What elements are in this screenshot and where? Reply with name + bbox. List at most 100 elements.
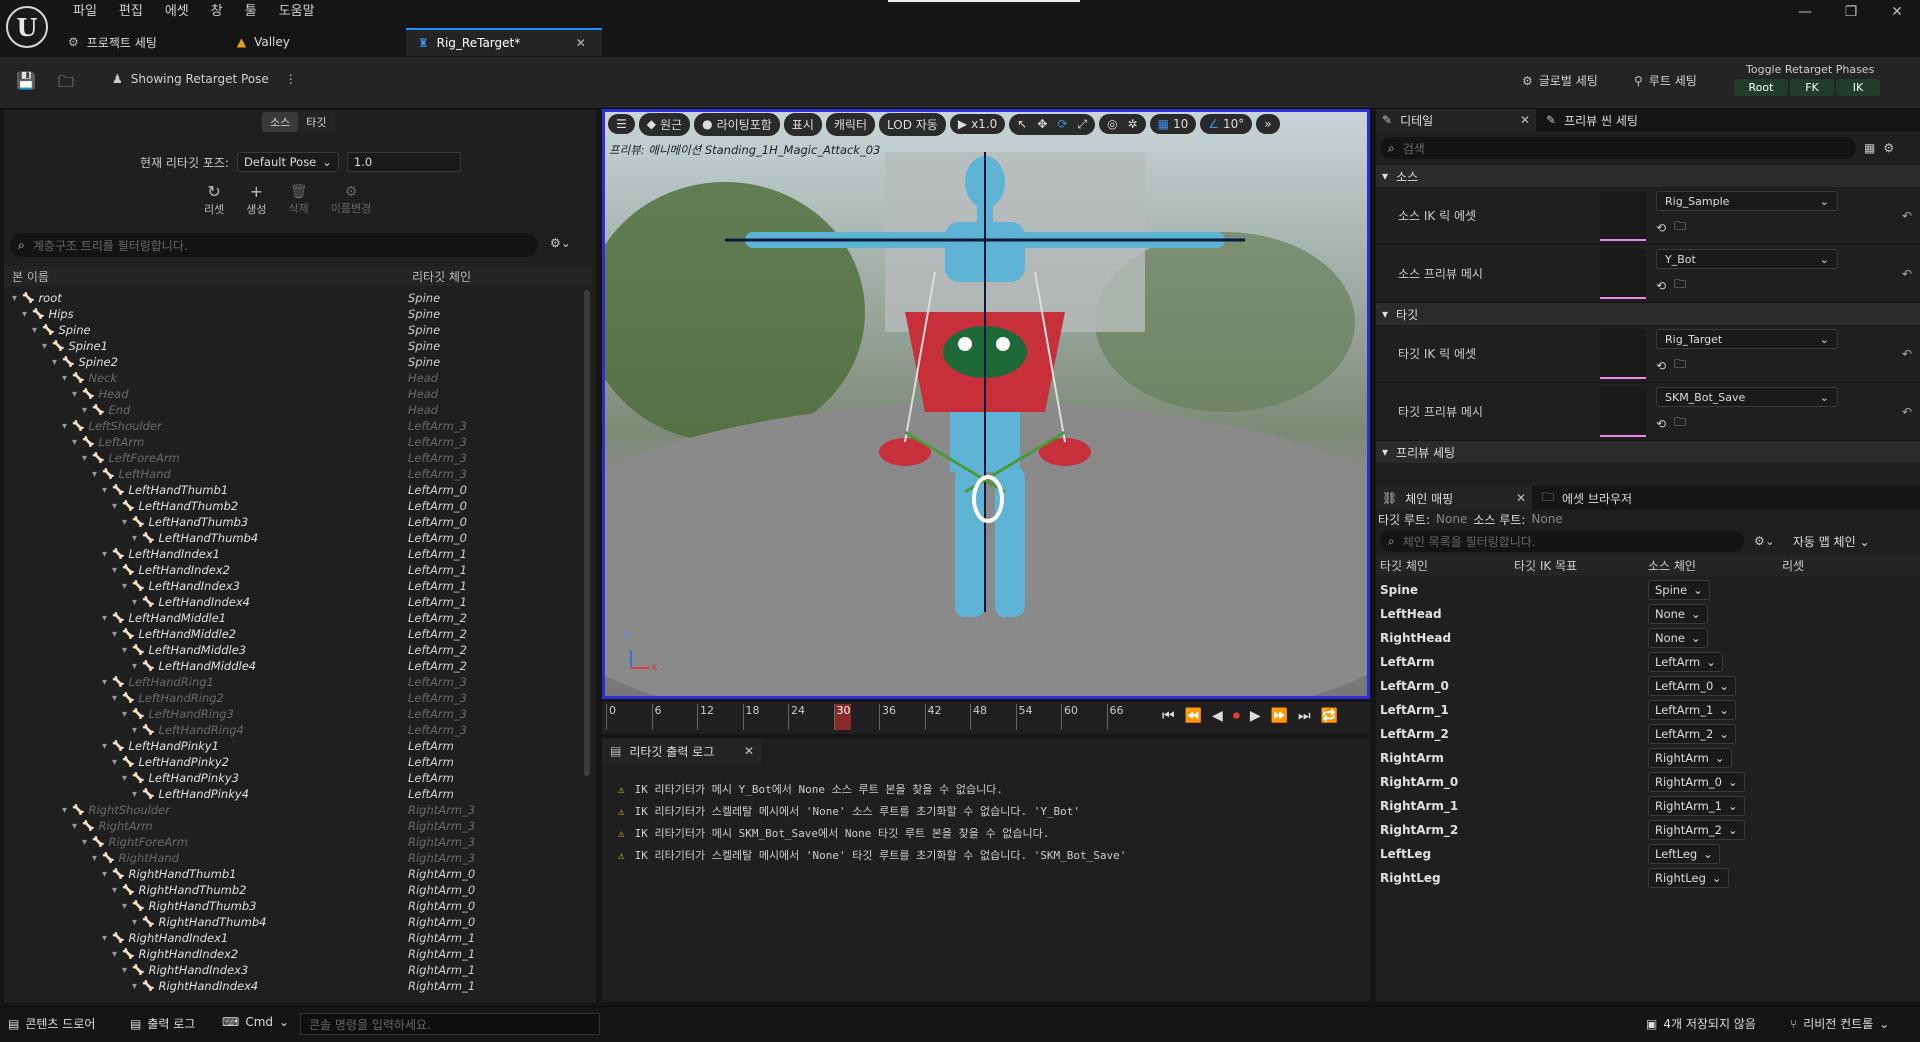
expand-arrow-icon[interactable]: ▾ (122, 901, 132, 912)
tree-row[interactable]: ▾ 🦴 LeftHandRing1 (102, 674, 214, 690)
skip-end-icon[interactable]: ⏭ (1298, 708, 1311, 724)
tree-row[interactable]: ▾ 🦴 LeftHandThumb3 (122, 514, 248, 530)
browse-icon[interactable]: 🗀 (1674, 275, 1686, 296)
tree-row[interactable]: ▾ 🦴 Spine (32, 322, 91, 338)
settings-icon[interactable]: ⚙ (1883, 141, 1894, 155)
expand-arrow-icon[interactable]: ▾ (32, 325, 42, 336)
expand-arrow-icon[interactable]: ▾ (122, 581, 132, 592)
minimize-icon[interactable]: — (1782, 4, 1828, 20)
tab-source[interactable]: 소스 (262, 112, 299, 132)
asset-picker[interactable]: Rig_Sample ⌄ (1656, 191, 1838, 211)
settings-icon[interactable]: ⚙⌄ (1754, 534, 1775, 548)
expand-arrow-icon[interactable]: ▾ (122, 709, 132, 720)
tree-row[interactable]: ▾ 🦴 LeftHandPinky2 (112, 754, 229, 770)
output-log-button[interactable]: ▤ 출력 로그 (130, 1015, 195, 1032)
play-reverse-icon[interactable]: ◀ (1212, 708, 1223, 724)
asset-thumbnail[interactable] (1600, 191, 1646, 241)
reset-arrow-icon[interactable]: ↶ (1902, 347, 1912, 361)
tree-row[interactable]: ▾ 🦴 RightHandIndex2 (112, 946, 238, 962)
source-chain-combo[interactable]: None ⌄ (1648, 628, 1708, 648)
tree-row[interactable]: ▾ 🦴 LeftArm (72, 434, 144, 450)
create-button[interactable]: + 생성 (246, 182, 266, 217)
scale-icon[interactable]: ⤢ (1077, 117, 1087, 132)
expand-arrow-icon[interactable]: ▾ (92, 469, 102, 480)
source-chain-combo[interactable]: RightArm ⌄ (1648, 748, 1732, 768)
tree-row[interactable]: ▾ 🦴 RightHandThumb2 (112, 882, 246, 898)
revision-control-button[interactable]: ⑂ 리비전 컨트롤 ⌄ (1790, 1015, 1889, 1032)
expand-arrow-icon[interactable]: ▾ (132, 533, 142, 544)
tree-row[interactable]: ▾ 🦴 LeftHand (92, 466, 171, 482)
asset-picker[interactable]: SKM_Bot_Save ⌄ (1656, 387, 1838, 407)
expand-arrow-icon[interactable]: ▾ (112, 693, 122, 704)
browse-icon[interactable]: 🗀 (1674, 217, 1686, 238)
tree-row[interactable]: ▾ 🦴 LeftHandMiddle1 (102, 610, 226, 626)
tree-row[interactable]: ▾ 🦴 RightHandThumb4 (132, 914, 266, 930)
close-window-icon[interactable]: ✕ (1874, 4, 1920, 20)
close-tab-icon[interactable]: ✕ (1520, 113, 1530, 127)
tree-row[interactable]: ▾ 🦴 RightHand (92, 850, 179, 866)
col-retarget-chain[interactable]: 리타깃 체인 (412, 268, 471, 285)
browse-icon[interactable]: 🗀 (58, 71, 74, 98)
tree-row[interactable]: ▾ 🦴 Neck (62, 370, 117, 386)
expand-arrow-icon[interactable]: ▾ (62, 421, 72, 432)
expand-arrow-icon[interactable]: ▾ (62, 373, 72, 384)
expand-arrow-icon[interactable]: ▾ (102, 485, 112, 496)
tree-row[interactable]: ▾ 🦴 LeftHandPinky4 (132, 786, 249, 802)
phase-fk-toggle[interactable]: FK (1790, 79, 1834, 96)
expand-arrow-icon[interactable]: ▾ (112, 501, 122, 512)
tree-row[interactable]: ▾ 🦴 LeftHandRing3 (122, 706, 234, 722)
tree-row[interactable]: ▾ 🦴 LeftForeArm (82, 450, 180, 466)
pose-combo[interactable]: Default Pose ⌄ (236, 152, 339, 172)
source-chain-combo[interactable]: RightArm_1 ⌄ (1648, 796, 1745, 816)
asset-picker[interactable]: Y_Bot ⌄ (1656, 249, 1838, 269)
tree-row[interactable]: ▾ 🦴 RightShoulder (62, 802, 170, 818)
source-chain-combo[interactable]: LeftArm ⌄ (1648, 652, 1723, 672)
use-selected-icon[interactable]: ⟲ (1656, 279, 1666, 293)
expand-arrow-icon[interactable]: ▾ (132, 917, 142, 928)
expand-arrow-icon[interactable]: ▾ (102, 869, 112, 880)
expand-arrow-icon[interactable]: ▾ (42, 341, 52, 352)
tree-row[interactable]: ▾ 🦴 Head (72, 386, 129, 402)
tab-target[interactable]: 타깃 (298, 112, 335, 132)
expand-arrow-icon[interactable]: ▾ (122, 517, 132, 528)
settings-icon[interactable]: ⚙⌄ (550, 236, 571, 250)
tree-row[interactable]: ▾ 🦴 Hips (22, 306, 74, 322)
reset-arrow-icon[interactable]: ↶ (1902, 267, 1912, 281)
timeline-ruler[interactable]: 0 6 12 18 24 30 36 42 48 54 60 66 (602, 702, 1146, 734)
tree-row[interactable]: ▾ 🦴 LeftHandPinky1 (102, 738, 219, 754)
content-drawer-button[interactable]: ▤ 콘텐츠 드로어 (8, 1015, 95, 1032)
source-chain-combo[interactable]: LeftArm_0 ⌄ (1648, 676, 1736, 696)
tree-row[interactable]: ▾ 🦴 RightHandIndex4 (132, 978, 258, 994)
tab-rig-retarget[interactable]: ♜ Rig_ReTarget* ✕ (405, 28, 602, 56)
auto-map-button[interactable]: 자동 맵 체인 ⌄ (1793, 533, 1870, 550)
tab-valley[interactable]: ▲ Valley (225, 28, 306, 56)
menu-help[interactable]: 도움말 (268, 2, 326, 22)
expand-arrow-icon[interactable]: ▾ (62, 805, 72, 816)
save-icon[interactable]: 💾 (16, 71, 36, 90)
lighting-button[interactable]: ● 라이팅포함 (694, 112, 780, 136)
tree-row[interactable]: ▾ 🦴 LeftHandThumb2 (112, 498, 238, 514)
viewport-menu-button[interactable]: ☰ (608, 114, 635, 134)
tree-row[interactable]: ▾ 🦴 LeftHandIndex2 (112, 562, 230, 578)
playback-speed-button[interactable]: ▶ x1.0 (949, 114, 1006, 134)
asset-thumbnail[interactable] (1600, 329, 1646, 379)
expand-arrow-icon[interactable]: ▾ (112, 565, 122, 576)
use-selected-icon[interactable]: ⟲ (1656, 359, 1666, 373)
expand-arrow-icon[interactable]: ▾ (132, 597, 142, 608)
expand-arrow-icon[interactable]: ▾ (112, 949, 122, 960)
move-icon[interactable]: ✥ (1037, 117, 1047, 131)
transform-tools[interactable]: ↖ ✥ ⟳ ⤢ (1009, 113, 1096, 135)
record-icon[interactable]: ⏺ (1233, 708, 1240, 724)
menu-file[interactable]: 파일 (62, 2, 108, 22)
close-tab-icon[interactable]: ✕ (744, 744, 754, 758)
col-bone-name[interactable]: 본 이름 (12, 268, 49, 285)
source-chain-combo[interactable]: LeftArm_1 ⌄ (1648, 700, 1736, 720)
expand-arrow-icon[interactable]: ▾ (102, 549, 112, 560)
pose-blend-input[interactable]: 1.0 (346, 152, 461, 172)
expand-arrow-icon[interactable]: ▾ (12, 293, 22, 304)
reset-arrow-icon[interactable]: ↶ (1902, 405, 1912, 419)
perspective-button[interactable]: ◆ 원근 (638, 112, 691, 136)
expand-arrow-icon[interactable]: ▾ (132, 981, 142, 992)
tree-row[interactable]: ▾ 🦴 End (82, 402, 130, 418)
expand-arrow-icon[interactable]: ▾ (132, 725, 142, 736)
